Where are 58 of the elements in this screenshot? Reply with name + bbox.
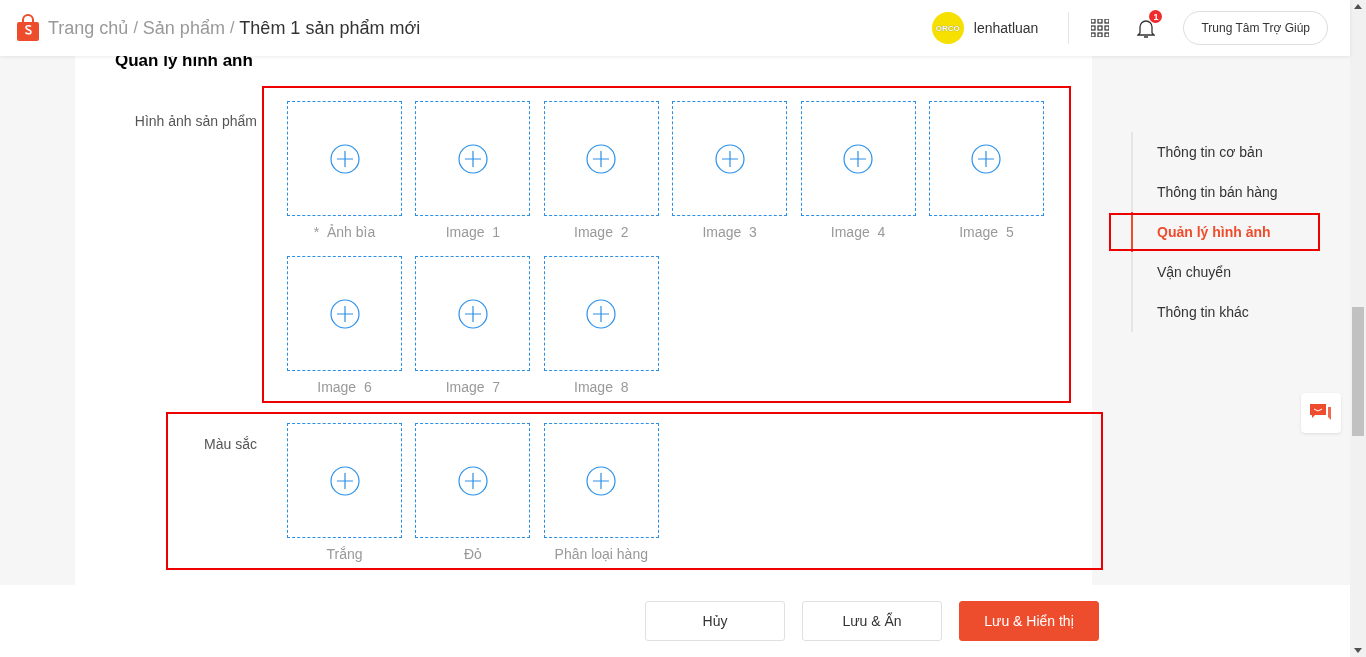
notification-bell-icon[interactable]: [1137, 18, 1156, 38]
save-publish-button[interactable]: Lưu & Hiển thị: [959, 601, 1099, 641]
image-upload-slot[interactable]: [543, 256, 659, 371]
scroll-up-icon[interactable]: [1354, 4, 1362, 9]
add-icon: [329, 143, 360, 174]
field-label: Màu sắc: [203, 435, 257, 452]
slot-label: Image 1: [445, 224, 501, 240]
add-icon: [586, 143, 617, 174]
help-center-button[interactable]: Trung Tâm Trợ Giúp: [1183, 11, 1328, 45]
image-upload-slot[interactable]: [543, 101, 659, 216]
add-icon: [457, 465, 488, 496]
add-icon: [586, 465, 617, 496]
add-icon: [457, 298, 488, 329]
add-icon: [329, 298, 360, 329]
add-icon: [971, 143, 1002, 174]
section-nav-item[interactable]: Vận chuyển: [1131, 252, 1350, 292]
footer-button[interactable]: Lưu & Ẩn: [802, 601, 942, 641]
image-upload-slot[interactable]: [800, 101, 916, 216]
section-nav-item[interactable]: Thông tin khác: [1131, 292, 1350, 332]
image-upload-slot[interactable]: [415, 423, 531, 538]
slot-label: * Ảnh bìa: [313, 224, 376, 240]
shopping-bag-logo[interactable]: [16, 14, 40, 42]
breadcrumb-separator: /: [229, 19, 235, 37]
image-upload-slot[interactable]: [672, 101, 788, 216]
slot-label: Image 8: [574, 379, 629, 395]
image-upload-slot[interactable]: [287, 256, 402, 371]
slot-label: Trắng: [326, 546, 363, 562]
slot-label: Image 7: [445, 379, 501, 395]
app-grid-icon[interactable]: [1091, 19, 1110, 37]
section-nav-item[interactable]: Thông tin cơ bản: [1131, 132, 1350, 172]
chat-button[interactable]: [1301, 393, 1341, 433]
scrollbar-thumb[interactable]: [1352, 307, 1364, 436]
slot-label: Image 5: [959, 224, 1014, 240]
field-label: Hình ảnh sản phẩm: [133, 112, 257, 129]
slot-label: Image 6: [317, 379, 372, 395]
section-nav-item[interactable]: Thông tin bán hàng: [1131, 172, 1350, 212]
username[interactable]: lenhatluan: [973, 20, 1039, 36]
slot-label: Image 4: [830, 224, 886, 240]
image-upload-slot[interactable]: [543, 423, 659, 538]
image-upload-slot[interactable]: [287, 101, 402, 216]
slot-label: Image 3: [702, 224, 757, 240]
add-icon: [457, 143, 488, 174]
image-upload-slot[interactable]: [928, 101, 1044, 216]
notification-badge: 1: [1149, 10, 1163, 23]
add-icon: [714, 143, 745, 174]
footer-button[interactable]: Hủy: [645, 601, 785, 641]
image-upload-slot[interactable]: [415, 101, 531, 216]
slot-label: Đỏ: [463, 546, 482, 562]
breadcrumb-separator: /: [133, 19, 138, 37]
page-title: Thêm 1 sản phẩm mới: [239, 17, 421, 39]
slot-label: Image 2: [574, 224, 629, 240]
add-icon: [843, 143, 874, 174]
image-upload-slot[interactable]: [287, 423, 402, 538]
image-upload-slot[interactable]: [415, 256, 531, 371]
add-icon: [329, 465, 360, 496]
slot-label: Phân loại hàng: [554, 546, 648, 562]
scroll-down-icon[interactable]: [1354, 648, 1362, 653]
add-icon: [586, 298, 617, 329]
